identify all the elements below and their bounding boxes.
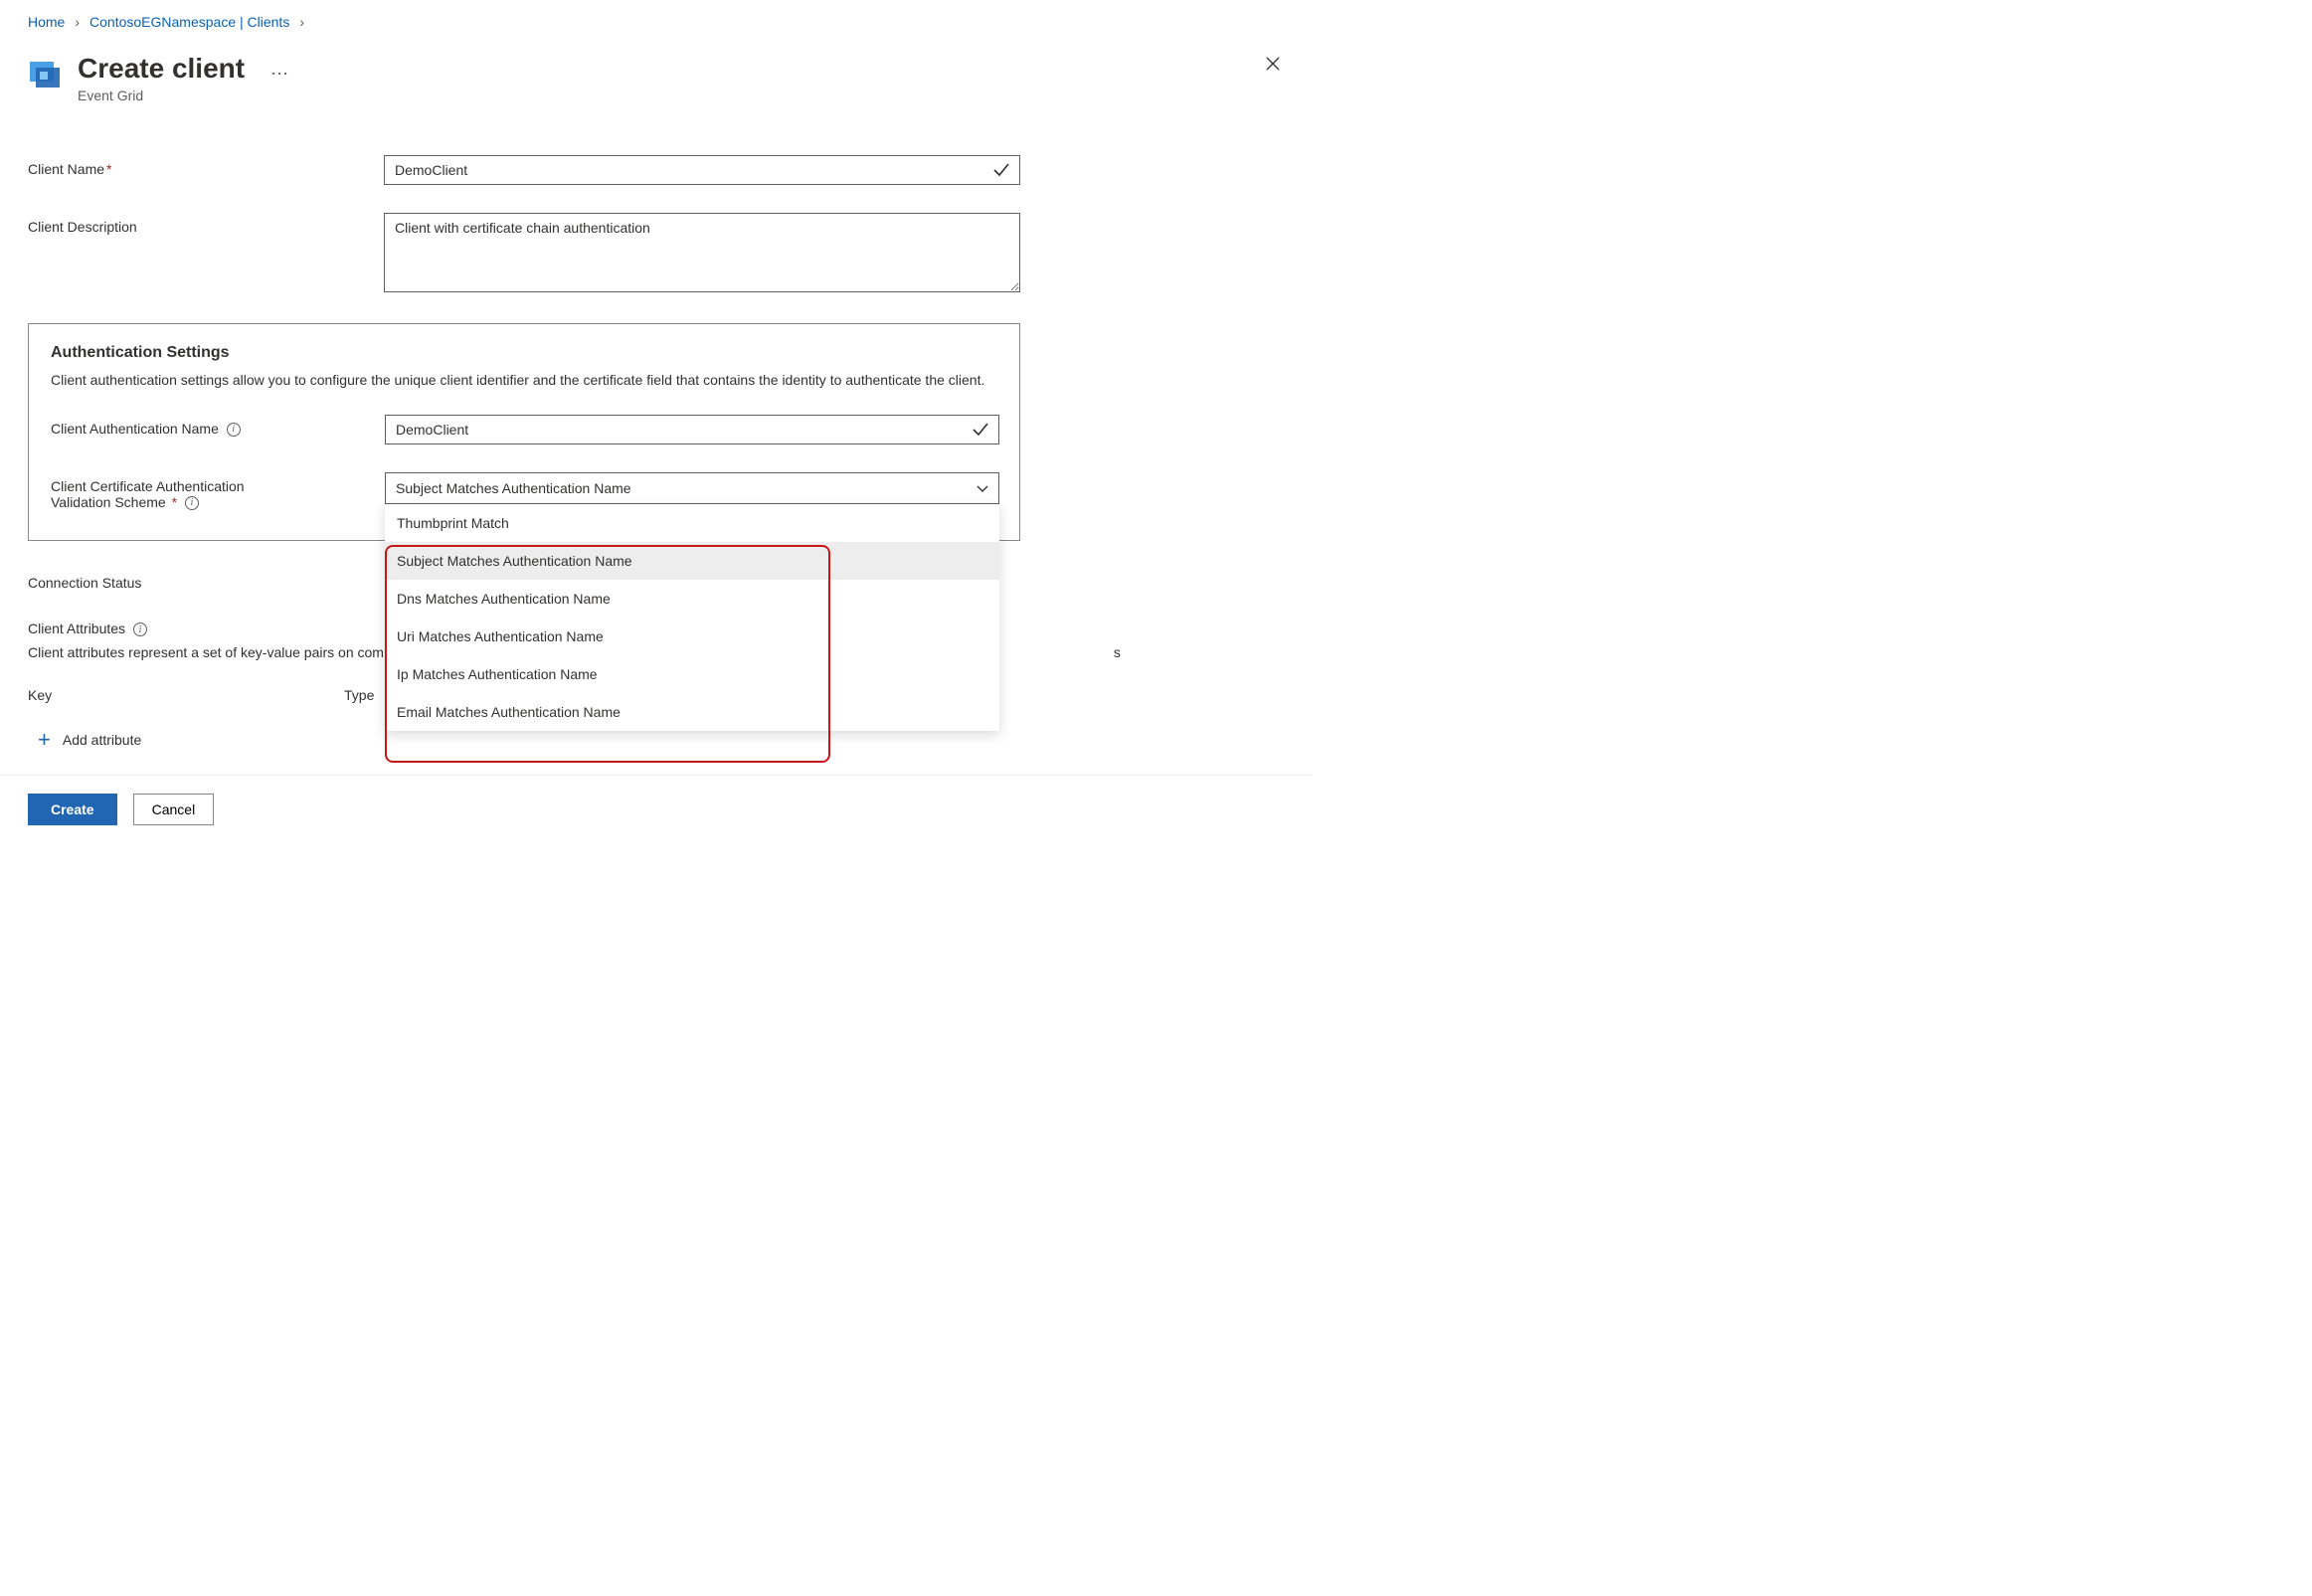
checkmark-icon [992, 161, 1010, 179]
validation-scheme-select[interactable]: Subject Matches Authentication Name [385, 472, 999, 504]
info-icon[interactable]: i [133, 622, 147, 636]
attr-key-header: Key [28, 687, 344, 703]
scheme-option-ip[interactable]: Ip Matches Authentication Name [385, 655, 999, 693]
chevron-down-icon [976, 481, 989, 495]
client-desc-input[interactable]: Client with certificate chain authentica… [384, 213, 1020, 292]
scheme-option-dns[interactable]: Dns Matches Authentication Name [385, 580, 999, 618]
page-subtitle: Event Grid [78, 88, 245, 103]
client-attributes-label: Client Attributes i [28, 615, 384, 636]
auth-name-label: Client Authentication Name i [51, 415, 385, 437]
add-attribute-label: Add attribute [63, 732, 141, 748]
plus-icon: + [38, 729, 51, 751]
add-attribute-button[interactable]: + Add attribute [38, 725, 141, 769]
page-title: Create client [78, 52, 245, 86]
auth-name-input[interactable] [385, 415, 999, 444]
client-icon [28, 56, 64, 91]
breadcrumb-home[interactable]: Home [28, 14, 65, 30]
validation-scheme-dropdown: Thumbprint Match Subject Matches Authent… [385, 504, 999, 731]
validation-scheme-label: Client Certificate Authentication Valida… [51, 472, 385, 510]
info-icon[interactable]: i [185, 496, 199, 510]
scheme-option-subject[interactable]: Subject Matches Authentication Name [385, 542, 999, 580]
breadcrumb-namespace[interactable]: ContosoEGNamespace | Clients [89, 14, 289, 30]
client-desc-label: Client Description [28, 213, 384, 235]
client-name-label: Client Name* [28, 155, 384, 177]
scheme-option-email[interactable]: Email Matches Authentication Name [385, 693, 999, 731]
auth-settings-title: Authentication Settings [51, 344, 997, 362]
client-name-input[interactable] [384, 155, 1020, 185]
create-button[interactable]: Create [28, 794, 117, 825]
scheme-option-uri[interactable]: Uri Matches Authentication Name [385, 618, 999, 655]
cancel-button[interactable]: Cancel [133, 794, 215, 825]
close-button[interactable] [1261, 52, 1285, 80]
more-button[interactable]: ⋯ [263, 60, 298, 89]
footer: Create Cancel [0, 775, 1313, 843]
scheme-option-thumbprint[interactable]: Thumbprint Match [385, 504, 999, 542]
breadcrumb: Home › ContosoEGNamespace | Clients › [28, 14, 1285, 30]
info-icon[interactable]: i [227, 423, 241, 437]
checkmark-icon [972, 421, 989, 439]
auth-settings-desc: Client authentication settings allow you… [51, 370, 997, 391]
chevron-right-icon: › [299, 14, 304, 30]
connection-status-label: Connection Status [28, 569, 384, 591]
chevron-right-icon: › [75, 14, 80, 30]
attr-type-header: Type [344, 687, 374, 703]
validation-scheme-value: Subject Matches Authentication Name [396, 480, 631, 496]
auth-settings-section: Authentication Settings Client authentic… [28, 323, 1020, 541]
